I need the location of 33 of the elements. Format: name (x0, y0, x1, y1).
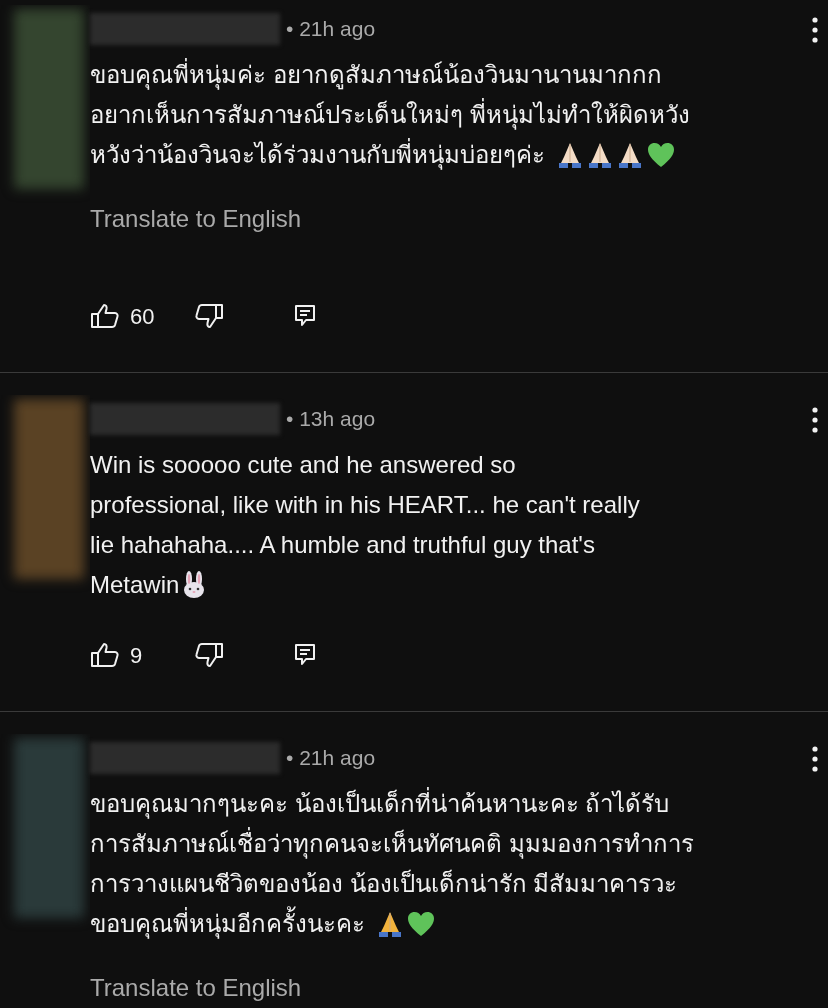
like-count: 9 (130, 641, 144, 670)
comment-line: ขอบคุณพี่หนุ่มค่ะ อยากดูสัมภาษณ์น้องวินมานานมากกก (90, 55, 662, 95)
like-count: 60 (130, 302, 156, 331)
thumbs-up-icon[interactable] (90, 303, 120, 329)
praying-hands-icon (377, 910, 403, 938)
reply-icon[interactable] (294, 643, 316, 667)
translate-link[interactable]: Translate to English (90, 974, 302, 1001)
comment-line: ขอบคุณมากๆนะคะ น้องเป็นเด็กที่น่าค้นหานะคะ ถ้าได้รับ (90, 784, 670, 824)
comment-time: • 21h ago (286, 745, 376, 772)
comment-time: • 21h ago (286, 16, 376, 43)
praying-hands-icon (557, 141, 583, 169)
thumbs-down-icon[interactable] (194, 303, 224, 329)
heart-icon (407, 911, 435, 937)
heart-icon (647, 142, 675, 168)
more-options-icon[interactable] (812, 407, 818, 433)
comment-line: หวังว่าน้องวินจะได้ร่วมงานกับพี่หนุ่มบ่อยๆค่ะ (90, 135, 545, 175)
thumbs-up-icon[interactable] (90, 642, 120, 668)
comment-line: การวางแผนชีวิตของน้อง น้องเป็นเด็กน่ารัก มีสัมมาคารวะ (90, 868, 678, 899)
praying-hands-icon (617, 141, 643, 169)
thumbs-down-icon[interactable] (194, 642, 224, 668)
comment-line: การสัมภาษณ์เชื่อว่าทุกคนจะเห็นทัศนคติ มุมมองการทำการ (90, 824, 694, 864)
comment-line: professional, like with in his HEART... he can't really (90, 490, 640, 520)
comment-line: ขอบคุณพี่หนุ่มอีกครั้งนะคะ (90, 904, 365, 944)
comment-line: lie hahahaha.... A humble and truthful guy that's (90, 530, 595, 560)
more-options-icon[interactable] (812, 17, 818, 43)
comment-line: อยากเห็นการสัมภาษณ์ประเด็นใหม่ๆ พี่หนุ่มไม่ทำให้ผิดหวัง (90, 95, 690, 135)
praying-hands-icon (587, 141, 613, 169)
reply-icon[interactable] (294, 304, 316, 328)
comment-line: Win is sooooo cute and he answered so (90, 450, 516, 480)
comment-line: Metawin (90, 570, 180, 600)
more-options-icon[interactable] (812, 746, 818, 772)
translate-link[interactable]: Translate to English (90, 205, 302, 232)
comment-time: • 13h ago (286, 406, 376, 433)
